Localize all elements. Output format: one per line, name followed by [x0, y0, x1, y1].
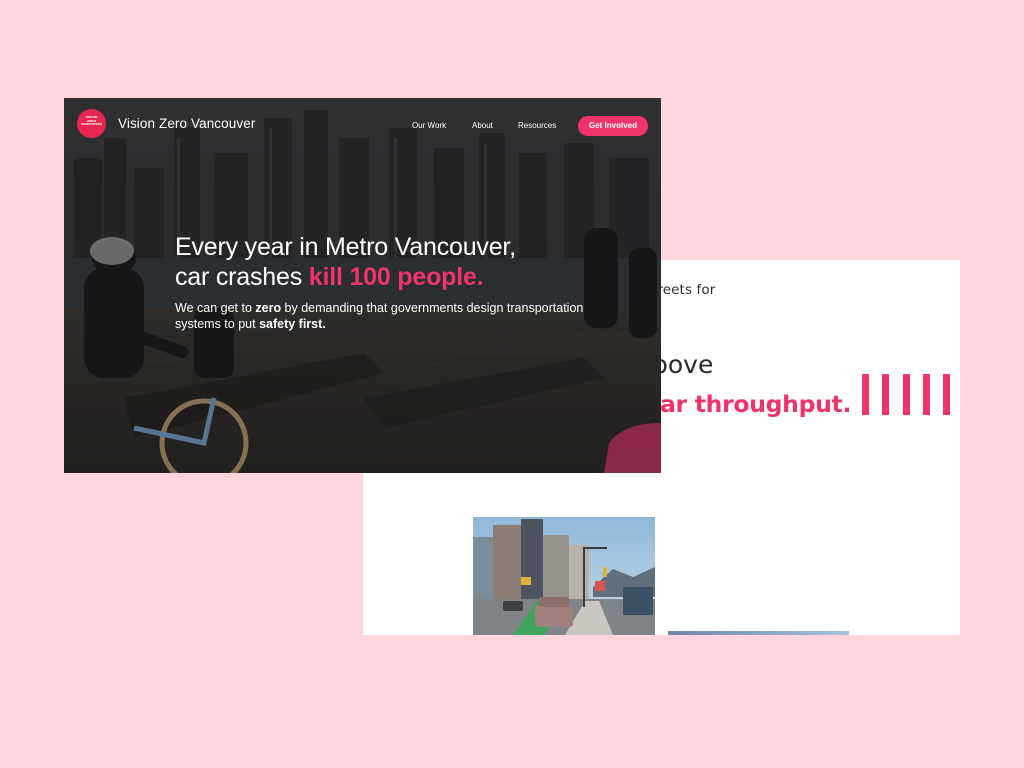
tally-mark [943, 374, 950, 415]
tally-mark [862, 374, 869, 415]
subhead-text-1: We can get to [175, 301, 256, 315]
street-photo [473, 517, 655, 635]
headline-accent: kill 100 people. [308, 263, 484, 291]
back-accent-fragment: ar throughput. [660, 390, 852, 418]
headline-line-2-prefix: car crashes [175, 263, 309, 291]
subhead-bold-zero: zero [255, 301, 282, 315]
subhead-bold-safety: safety first. [259, 317, 326, 331]
brand-name[interactable]: Vision Zero Vancouver [118, 116, 255, 131]
back-heading-fragment: bove [652, 350, 714, 379]
get-involved-button[interactable]: Get Involved [578, 116, 648, 136]
nav-link-about[interactable]: About [472, 121, 493, 130]
hero-section-card: VISION ZERO VANCOUVER Vision Zero Vancou… [64, 98, 661, 473]
hero-subheading: We can get to zero by demanding that gov… [175, 300, 595, 332]
tally-mark [882, 374, 890, 415]
nav-link-resources[interactable]: Resources [518, 121, 556, 130]
vision-zero-logo[interactable]: VISION ZERO VANCOUVER [77, 109, 106, 138]
street-scene-illustration [473, 517, 655, 635]
tally-marks-graphic [862, 374, 950, 415]
secondary-photo-strip [668, 631, 849, 635]
nav-link-our-work[interactable]: Our Work [412, 121, 446, 130]
top-navigation: VISION ZERO VANCOUVER Vision Zero Vancou… [64, 98, 661, 154]
back-intro-fragment: treets for [652, 282, 716, 298]
tally-mark [902, 374, 910, 415]
tally-mark [922, 374, 930, 415]
headline-line-1: Every year in Metro Vancouver, [175, 233, 516, 261]
logo-text: VISION ZERO VANCOUVER [81, 115, 102, 126]
hero-headline: Every year in Metro Vancouver, car crash… [175, 232, 655, 292]
